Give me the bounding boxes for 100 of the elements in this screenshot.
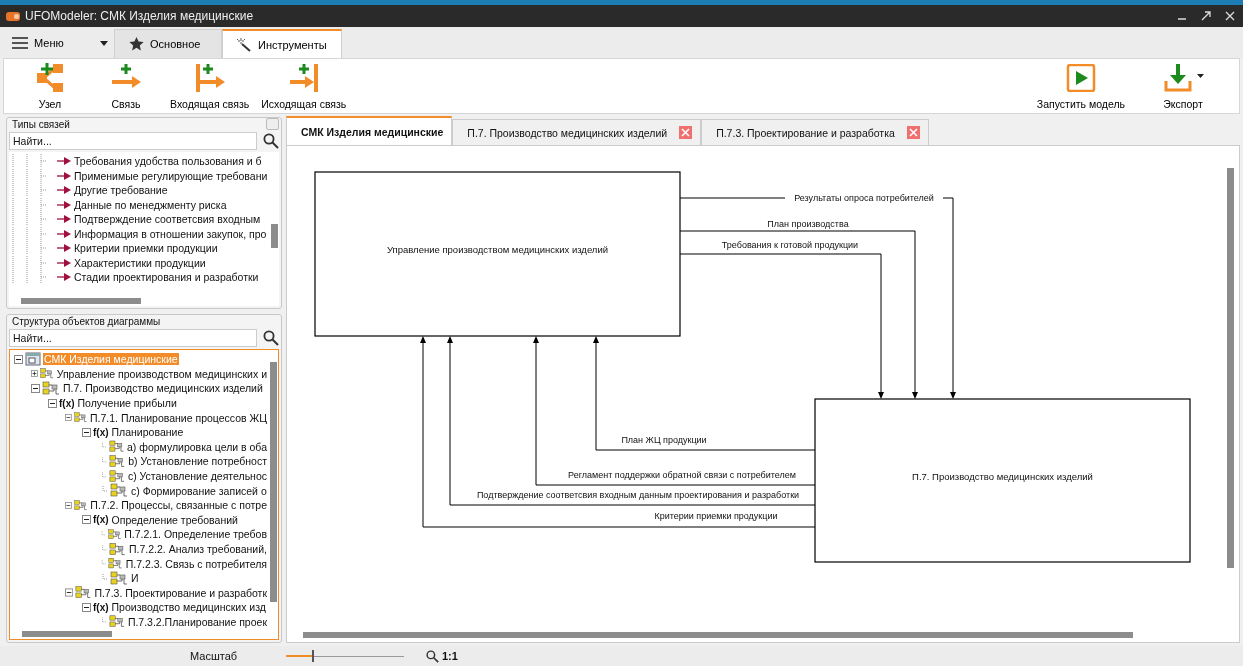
zoom-label: Масштаб (190, 650, 239, 662)
expander-icon[interactable] (14, 354, 23, 364)
menu-icon (12, 37, 28, 49)
function-label: f(x) (59, 397, 75, 409)
tree-item[interactable]: И (130, 572, 140, 585)
connector-arrow[interactable] (593, 336, 816, 451)
link-type-item[interactable]: Требования удобства пользования и б (74, 155, 262, 168)
process-blocks-icon (109, 541, 126, 557)
zoom-icon[interactable] (426, 649, 439, 663)
process-blocks-icon (110, 570, 128, 586)
link-type-item[interactable]: Другие требование (74, 184, 168, 197)
expander-icon[interactable] (31, 384, 40, 393)
connector-label: Результаты опроса потребителей (794, 193, 934, 203)
ribbon-tab[interactable]: Основное (114, 29, 222, 58)
tree-item[interactable]: П.7.3.2.Планирование проек (126, 616, 268, 628)
search-icon[interactable] (263, 133, 279, 149)
ribbon-button[interactable]: Связь (88, 60, 164, 113)
link-type-item[interactable]: Информация в отношении закупок, про (74, 227, 267, 240)
tree-item[interactable]: Получение прибыли (76, 397, 178, 410)
expander-icon[interactable] (65, 588, 74, 598)
process-box[interactable] (314, 171, 681, 337)
expander-icon[interactable] (82, 515, 91, 525)
connector-label: План производства (767, 219, 849, 229)
link-type-item[interactable]: Характеристики продукции (74, 256, 206, 269)
connector-arrow[interactable] (420, 336, 816, 528)
tree-item[interactable]: Управление производством медицинских и (55, 367, 268, 380)
outgoing-arrow-icon (287, 62, 320, 94)
tree-item[interactable]: a) формулировка цели в оба (126, 440, 268, 453)
ribbon-tab[interactable]: Инструменты (222, 29, 342, 58)
process-blocks-icon (107, 526, 122, 542)
connector-arrow[interactable] (679, 230, 918, 399)
link-type-item[interactable]: Критерии приемки продукции (74, 242, 218, 255)
link-type-item[interactable]: Данные по менеджменту риска (74, 198, 227, 211)
process-blocks-icon (108, 614, 125, 629)
tree-item[interactable]: c) Установление деятельнос (126, 470, 268, 483)
process-blocks-icon (109, 453, 126, 469)
ribbon-button[interactable]: Исходящая связь (255, 60, 353, 113)
ribbon-button[interactable]: Узел (12, 60, 88, 113)
expander-icon[interactable] (82, 427, 91, 437)
incoming-arrow-icon (193, 62, 226, 94)
tree-item[interactable]: П.7.2.3. Связь с потребителя (124, 557, 268, 570)
restore-icon[interactable] (1201, 11, 1211, 21)
link-type-item[interactable]: Стадии проектирования и разработки (74, 271, 259, 284)
tree-item[interactable]: П.7. Производство медицинских изделий (62, 382, 264, 395)
search-field[interactable]: Найти... (9, 132, 257, 150)
link-type-item[interactable]: Применимые регулирующие требовани (74, 169, 268, 182)
process-blocks-icon (108, 556, 123, 572)
process-box[interactable] (814, 398, 1191, 563)
panel-title: Структура объектов диаграммы (11, 315, 162, 327)
tree-item[interactable]: Планирование (110, 426, 185, 439)
panel-title: Типы связей (11, 118, 71, 130)
arrow-icon (57, 258, 71, 267)
tree-item[interactable]: Определение требований (110, 513, 239, 526)
tree-item[interactable]: П.7.2.2. Анализ требований, (128, 543, 268, 555)
ribbon-button[interactable]: Экспорт (1145, 60, 1221, 113)
tree-item[interactable]: b) Установление потребност (127, 455, 268, 468)
close-icon[interactable] (1225, 11, 1235, 21)
tree-item[interactable]: c) Формирование записей о (130, 484, 268, 497)
expander-icon[interactable] (65, 413, 72, 423)
connector-label: Подтверждение соответсвия входным данным проектирования и разработки (476, 490, 800, 500)
expander-icon[interactable] (82, 602, 91, 612)
arrow-icon (57, 215, 71, 224)
expander-icon[interactable] (48, 398, 57, 408)
tree-item[interactable]: Производство медицинских изд (110, 601, 267, 614)
expander-icon[interactable] (65, 500, 72, 510)
connector-label: Критерии приемки продукции (654, 511, 778, 521)
search-icon[interactable] (263, 330, 279, 346)
arrow-icon (57, 229, 71, 238)
process-blocks-icon (73, 497, 88, 513)
function-label: f(x) (93, 601, 109, 613)
arrow-icon (57, 200, 71, 209)
function-label: f(x) (93, 426, 109, 438)
horizontal-scrollbar[interactable] (10, 629, 278, 639)
connector-arrow[interactable] (447, 336, 816, 506)
tree-item[interactable]: П.7.2.1. Определение требов (123, 528, 268, 541)
process-blocks-icon (42, 381, 60, 396)
zoom-ratio: 1:1 (442, 650, 458, 662)
node-add-icon (34, 62, 66, 94)
horizontal-scrollbar[interactable] (9, 296, 279, 306)
tree-item[interactable]: П.7.2. Процессы, связанные с потре (89, 499, 268, 512)
connector-label: План ЖЦ продукции (621, 435, 707, 445)
ribbon-button[interactable]: Запустить модель (1030, 60, 1131, 113)
expander-icon[interactable] (31, 369, 38, 379)
tree-item[interactable]: П.7.1. Планирование процессов ЖЦ (89, 411, 268, 424)
function-label: f(x) (93, 514, 109, 526)
zoom-slider[interactable] (286, 649, 404, 663)
connector-label: Регламент поддержки обратной связи с потребителем (568, 470, 796, 480)
ribbon-button[interactable]: Входящая связь (164, 60, 256, 113)
link-type-item[interactable]: Подтверждение соответсвия входным (74, 213, 261, 226)
search-field[interactable]: Найти... (9, 329, 257, 347)
connector-arrow[interactable] (679, 253, 884, 399)
menu-button[interactable]: Меню (6, 28, 114, 58)
arrow-icon (57, 244, 71, 253)
arrow-icon (57, 157, 71, 166)
tree-item[interactable]: П.7.3. Проектирование и разработк (93, 586, 268, 599)
document-tab[interactable]: СМК Изделия медицинские (286, 116, 453, 145)
download-icon (1162, 63, 1193, 93)
document-tab[interactable]: П.7. Производство медицинских изделий (452, 119, 702, 145)
document-tab[interactable]: П.7.3. Проектирование и разработка (701, 119, 929, 145)
connector-arrow[interactable] (533, 336, 816, 486)
